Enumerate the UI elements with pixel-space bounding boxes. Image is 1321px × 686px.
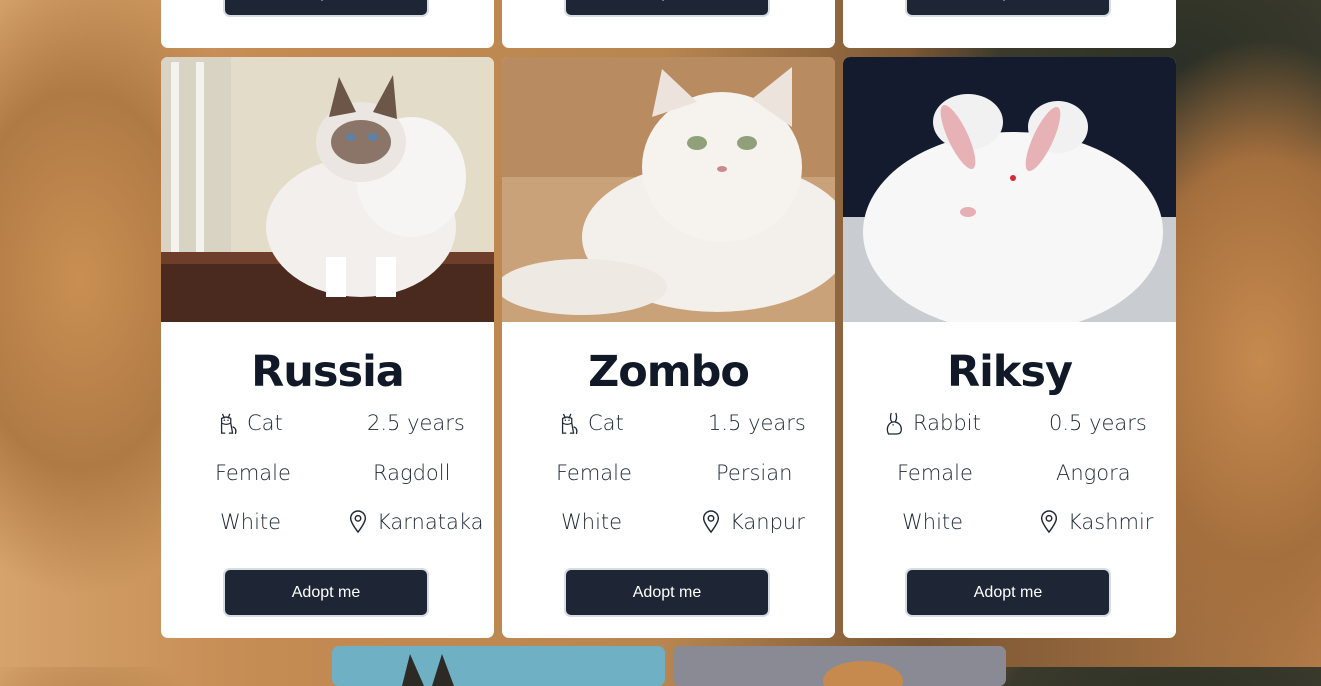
- pet-breed: Angora: [1056, 461, 1131, 485]
- species-label: Cat: [588, 411, 624, 435]
- pet-species: Rabbit: [883, 410, 981, 436]
- adopt-button[interactable]: Adopt me: [564, 0, 770, 17]
- rabbit-icon: [886, 412, 902, 435]
- pet-gender: Female: [215, 461, 291, 485]
- pet-gender: Female: [556, 461, 632, 485]
- pet-card-bottom: [332, 646, 665, 686]
- pet-color: White: [902, 510, 964, 534]
- cat-icon: [561, 413, 578, 435]
- adopt-button[interactable]: Adopt me: [223, 0, 429, 17]
- pet-name: Zombo: [588, 347, 750, 397]
- pet-card: Riksy Rabbit 0.5 years Female Angora Whi…: [843, 57, 1176, 638]
- location-pin-icon: [702, 510, 720, 534]
- pet-location: Kanpur: [700, 509, 805, 535]
- pet-gender: Female: [897, 461, 973, 485]
- pet-name: Russia: [251, 347, 405, 397]
- pet-photo: [332, 646, 665, 686]
- location-label: Karnataka: [377, 510, 484, 534]
- pet-details: Cat 1.5 years Female Persian White Kanpu…: [502, 410, 835, 560]
- pet-age: 1.5 years: [708, 411, 806, 435]
- adopt-button[interactable]: Adopt me: [905, 0, 1111, 17]
- species-label: Rabbit: [913, 411, 981, 435]
- pet-location: Kashmir: [1038, 509, 1153, 535]
- pet-species: Cat: [558, 410, 624, 436]
- pet-card-bottom: [673, 646, 1006, 686]
- pet-location: Karnataka: [347, 509, 483, 535]
- pet-card-top: Adopt me: [843, 0, 1176, 48]
- pet-details: Cat 2.5 years Female Ragdoll White Karna…: [161, 410, 494, 560]
- pet-age: 2.5 years: [367, 411, 465, 435]
- pet-age: 0.5 years: [1049, 411, 1147, 435]
- location-label: Kanpur: [730, 510, 805, 534]
- pet-photo: [843, 57, 1176, 322]
- adopt-button[interactable]: Adopt me: [905, 568, 1111, 617]
- location-pin-icon: [349, 510, 367, 534]
- location-pin-icon: [1040, 510, 1058, 534]
- adopt-button[interactable]: Adopt me: [223, 568, 429, 617]
- pet-card-top: Adopt me: [161, 0, 494, 48]
- pet-species: Cat: [217, 410, 283, 436]
- pet-details: Rabbit 0.5 years Female Angora White Kas…: [843, 410, 1176, 560]
- pet-color: White: [561, 510, 623, 534]
- pet-card-top: Adopt me: [502, 0, 835, 48]
- cat-icon: [220, 413, 237, 435]
- pet-breed: Ragdoll: [373, 461, 451, 485]
- pet-photo: [673, 646, 1006, 686]
- pet-card: Zombo Cat 1.5 years Female Persian White…: [502, 57, 835, 638]
- pet-color: White: [220, 510, 282, 534]
- species-label: Cat: [247, 411, 283, 435]
- pet-photo: [161, 57, 494, 322]
- adopt-button[interactable]: Adopt me: [564, 568, 770, 617]
- pet-photo: [502, 57, 835, 322]
- pet-card: Russia Cat 2.5 years Female Ragdoll Whit…: [161, 57, 494, 638]
- pet-name: Riksy: [946, 347, 1073, 397]
- location-label: Kashmir: [1068, 510, 1154, 534]
- pet-breed: Persian: [716, 461, 793, 485]
